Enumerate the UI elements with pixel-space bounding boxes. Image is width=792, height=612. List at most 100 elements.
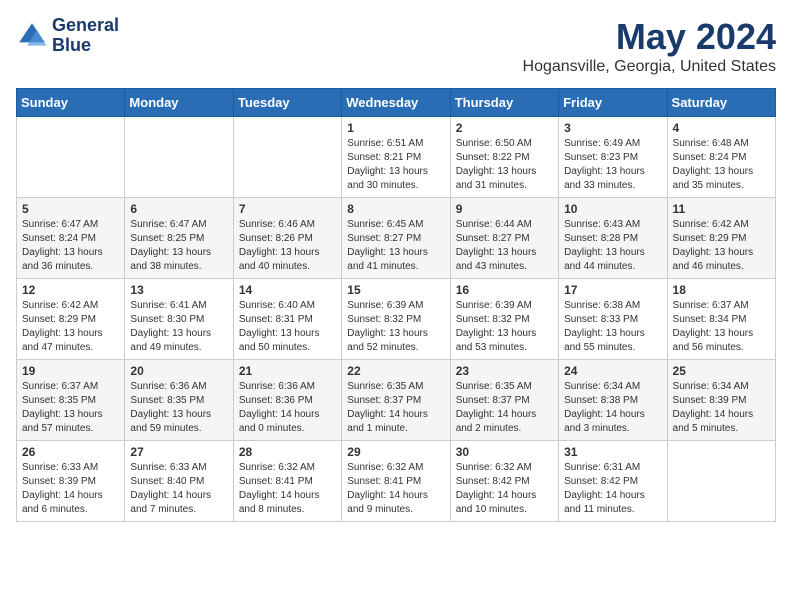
weekday-header: Sunday (17, 89, 125, 117)
calendar-cell: 16 Sunrise: 6:39 AM Sunset: 8:32 PM Dayli… (450, 279, 558, 360)
day-number: 27 (130, 445, 227, 459)
calendar-cell: 19 Sunrise: 6:37 AM Sunset: 8:35 PM Dayli… (17, 360, 125, 441)
month-title: May 2024 (523, 16, 776, 58)
day-info: Sunrise: 6:38 AM Sunset: 8:33 PM Dayligh… (564, 299, 661, 355)
day-number: 17 (564, 283, 661, 297)
logo: General Blue (16, 16, 119, 56)
day-number: 11 (673, 202, 770, 216)
day-info: Sunrise: 6:34 AM Sunset: 8:39 PM Dayligh… (673, 380, 770, 436)
location: Hogansville, Georgia, United States (523, 58, 776, 76)
calendar-cell (125, 117, 233, 198)
weekday-header: Saturday (667, 89, 775, 117)
day-number: 25 (673, 364, 770, 378)
calendar-cell: 17 Sunrise: 6:38 AM Sunset: 8:33 PM Dayli… (559, 279, 667, 360)
day-info: Sunrise: 6:32 AM Sunset: 8:42 PM Dayligh… (456, 461, 553, 517)
day-info: Sunrise: 6:32 AM Sunset: 8:41 PM Dayligh… (239, 461, 336, 517)
calendar-cell: 31 Sunrise: 6:31 AM Sunset: 8:42 PM Dayli… (559, 441, 667, 522)
calendar-cell: 22 Sunrise: 6:35 AM Sunset: 8:37 PM Dayli… (342, 360, 450, 441)
day-info: Sunrise: 6:34 AM Sunset: 8:38 PM Dayligh… (564, 380, 661, 436)
day-info: Sunrise: 6:42 AM Sunset: 8:29 PM Dayligh… (22, 299, 119, 355)
day-number: 5 (22, 202, 119, 216)
calendar-cell: 5 Sunrise: 6:47 AM Sunset: 8:24 PM Daylig… (17, 198, 125, 279)
calendar-cell: 29Sunrise: 6:32 AM Sunset: 8:41 PM Dayli… (342, 441, 450, 522)
calendar-cell: 3 Sunrise: 6:49 AM Sunset: 8:23 PM Daylig… (559, 117, 667, 198)
logo-icon (16, 20, 48, 52)
day-number: 15 (347, 283, 444, 297)
day-number: 20 (130, 364, 227, 378)
logo-text: General Blue (52, 16, 119, 56)
calendar-cell (667, 441, 775, 522)
day-info: Sunrise: 6:44 AM Sunset: 8:27 PM Dayligh… (456, 218, 553, 274)
day-info: Sunrise: 6:43 AM Sunset: 8:28 PM Dayligh… (564, 218, 661, 274)
day-number: 14 (239, 283, 336, 297)
day-number: 12 (22, 283, 119, 297)
day-number: 21 (239, 364, 336, 378)
day-number: 30 (456, 445, 553, 459)
calendar-cell: 30 Sunrise: 6:32 AM Sunset: 8:42 PM Dayli… (450, 441, 558, 522)
day-number: 19 (22, 364, 119, 378)
day-info: Sunrise: 6:31 AM Sunset: 8:42 PM Dayligh… (564, 461, 661, 517)
day-number: 8 (347, 202, 444, 216)
day-info: Sunrise: 6:45 AM Sunset: 8:27 PM Dayligh… (347, 218, 444, 274)
day-number: 22 (347, 364, 444, 378)
weekday-header-row: SundayMondayTuesdayWednesdayThursdayFrid… (17, 89, 776, 117)
day-info: Sunrise: 6:49 AM Sunset: 8:23 PM Dayligh… (564, 137, 661, 193)
day-number: 10 (564, 202, 661, 216)
day-number: 28 (239, 445, 336, 459)
day-number: 6 (130, 202, 227, 216)
day-info: Sunrise: 6:39 AM Sunset: 8:32 PM Dayligh… (456, 299, 553, 355)
calendar-cell: 9 Sunrise: 6:44 AM Sunset: 8:27 PM Daylig… (450, 198, 558, 279)
day-number: 3 (564, 121, 661, 135)
day-info: Sunrise: 6:41 AM Sunset: 8:30 PM Dayligh… (130, 299, 227, 355)
calendar-cell: 20 Sunrise: 6:36 AM Sunset: 8:35 PM Dayli… (125, 360, 233, 441)
day-info: Sunrise: 6:50 AM Sunset: 8:22 PM Dayligh… (456, 137, 553, 193)
calendar-cell: 1Sunrise: 6:51 AM Sunset: 8:21 PM Daylig… (342, 117, 450, 198)
calendar-table: SundayMondayTuesdayWednesdayThursdayFrid… (16, 88, 776, 522)
calendar-cell: 10 Sunrise: 6:43 AM Sunset: 8:28 PM Dayli… (559, 198, 667, 279)
calendar-cell: 21Sunrise: 6:36 AM Sunset: 8:36 PM Dayli… (233, 360, 341, 441)
calendar-cell: 13 Sunrise: 6:41 AM Sunset: 8:30 PM Dayli… (125, 279, 233, 360)
calendar-cell: 24Sunrise: 6:34 AM Sunset: 8:38 PM Dayli… (559, 360, 667, 441)
calendar-cell: 15 Sunrise: 6:39 AM Sunset: 8:32 PM Dayli… (342, 279, 450, 360)
calendar-cell: 11 Sunrise: 6:42 AM Sunset: 8:29 PM Dayli… (667, 198, 775, 279)
calendar-week-row: 5 Sunrise: 6:47 AM Sunset: 8:24 PM Daylig… (17, 198, 776, 279)
calendar-cell: 2 Sunrise: 6:50 AM Sunset: 8:22 PM Daylig… (450, 117, 558, 198)
weekday-header: Monday (125, 89, 233, 117)
day-info: Sunrise: 6:51 AM Sunset: 8:21 PM Dayligh… (347, 137, 444, 193)
day-number: 26 (22, 445, 119, 459)
day-number: 31 (564, 445, 661, 459)
calendar-cell: 26Sunrise: 6:33 AM Sunset: 8:39 PM Dayli… (17, 441, 125, 522)
day-number: 13 (130, 283, 227, 297)
calendar-cell (233, 117, 341, 198)
calendar-week-row: 26Sunrise: 6:33 AM Sunset: 8:39 PM Dayli… (17, 441, 776, 522)
calendar-cell: 4Sunrise: 6:48 AM Sunset: 8:24 PM Daylig… (667, 117, 775, 198)
calendar-cell: 7Sunrise: 6:46 AM Sunset: 8:26 PM Daylig… (233, 198, 341, 279)
weekday-header: Tuesday (233, 89, 341, 117)
calendar-week-row: 19 Sunrise: 6:37 AM Sunset: 8:35 PM Dayli… (17, 360, 776, 441)
title-section: May 2024 Hogansville, Georgia, United St… (523, 16, 776, 76)
day-number: 16 (456, 283, 553, 297)
calendar-cell: 23Sunrise: 6:35 AM Sunset: 8:37 PM Dayli… (450, 360, 558, 441)
day-info: Sunrise: 6:35 AM Sunset: 8:37 PM Dayligh… (347, 380, 444, 436)
day-info: Sunrise: 6:47 AM Sunset: 8:25 PM Dayligh… (130, 218, 227, 274)
page-header: General Blue May 2024 Hogansville, Georg… (16, 16, 776, 76)
calendar-cell (17, 117, 125, 198)
weekday-header: Friday (559, 89, 667, 117)
calendar-week-row: 1Sunrise: 6:51 AM Sunset: 8:21 PM Daylig… (17, 117, 776, 198)
day-info: Sunrise: 6:42 AM Sunset: 8:29 PM Dayligh… (673, 218, 770, 274)
day-info: Sunrise: 6:37 AM Sunset: 8:35 PM Dayligh… (22, 380, 119, 436)
day-number: 9 (456, 202, 553, 216)
day-number: 2 (456, 121, 553, 135)
calendar-cell: 12 Sunrise: 6:42 AM Sunset: 8:29 PM Dayli… (17, 279, 125, 360)
calendar-cell: 28 Sunrise: 6:32 AM Sunset: 8:41 PM Dayli… (233, 441, 341, 522)
calendar-cell: 8 Sunrise: 6:45 AM Sunset: 8:27 PM Daylig… (342, 198, 450, 279)
weekday-header: Wednesday (342, 89, 450, 117)
day-number: 18 (673, 283, 770, 297)
calendar-week-row: 12 Sunrise: 6:42 AM Sunset: 8:29 PM Dayli… (17, 279, 776, 360)
day-info: Sunrise: 6:36 AM Sunset: 8:35 PM Dayligh… (130, 380, 227, 436)
day-info: Sunrise: 6:47 AM Sunset: 8:24 PM Dayligh… (22, 218, 119, 274)
day-info: Sunrise: 6:33 AM Sunset: 8:40 PM Dayligh… (130, 461, 227, 517)
day-info: Sunrise: 6:39 AM Sunset: 8:32 PM Dayligh… (347, 299, 444, 355)
day-info: Sunrise: 6:37 AM Sunset: 8:34 PM Dayligh… (673, 299, 770, 355)
day-info: Sunrise: 6:48 AM Sunset: 8:24 PM Dayligh… (673, 137, 770, 193)
